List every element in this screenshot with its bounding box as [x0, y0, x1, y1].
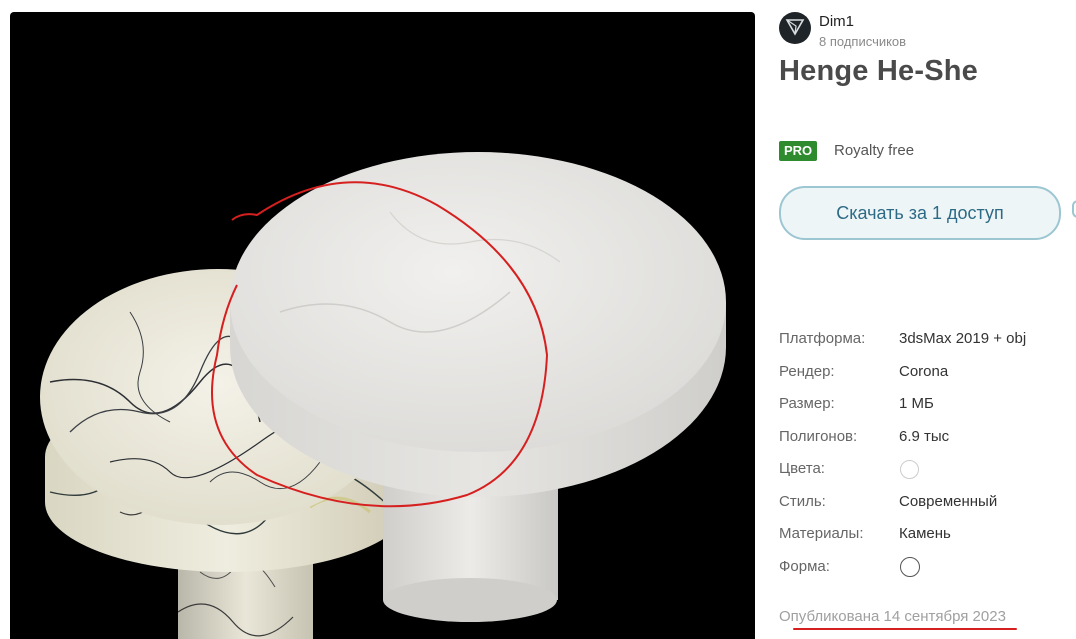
spec-label: Стиль:: [779, 492, 826, 510]
spec-value: 3dsMax 2019 + obj: [899, 330, 1027, 347]
author-name[interactable]: Dim1: [819, 13, 854, 30]
author-block[interactable]: Dim1 8 подписчиков: [779, 12, 1059, 49]
spec-row-render: Рендер: Corona: [779, 360, 1076, 393]
author-avatar[interactable]: [779, 12, 811, 44]
circle-shape-icon[interactable]: [900, 556, 920, 577]
spec-label: Платформа:: [779, 330, 866, 347]
license-label: Royalty free: [834, 142, 915, 159]
model-details-panel: Dim1 8 подписчиков Henge He-She PRO Roya…: [779, 0, 1076, 639]
spec-row-platform: Платформа: 3dsMax 2019 + obj: [779, 327, 1076, 360]
annotation-underline: [793, 628, 1017, 630]
spec-value[interactable]: Corona: [899, 363, 948, 380]
bookmark-icon[interactable]: [1072, 200, 1076, 218]
spec-row-shape: Форма:: [779, 555, 1076, 588]
spec-row-colors: Цвета:: [779, 457, 1076, 490]
spec-row-polygons: Полигонов: 6.9 тыс: [779, 425, 1076, 458]
spec-value: 6.9 тыс: [899, 427, 950, 445]
spec-label: Цвета:: [779, 460, 825, 477]
spec-row-materials: Материалы: Камень: [779, 522, 1076, 555]
published-date: Опубликована 14 сентября 2023: [779, 608, 1006, 625]
spec-value[interactable]: Камень: [899, 525, 951, 542]
spec-label: Полигонов:: [779, 427, 858, 445]
model-title: Henge He-She: [779, 55, 978, 87]
spec-row-size: Размер: 1 МБ: [779, 392, 1076, 425]
spec-label: Форма:: [779, 557, 830, 575]
spec-label: Размер:: [779, 395, 835, 412]
triangle-logo-icon: [785, 16, 805, 41]
spec-row-style: Стиль: Современный: [779, 490, 1076, 523]
author-subscribers: 8 подписчиков: [819, 34, 907, 49]
pro-badge: PRO: [779, 141, 818, 161]
product-preview-image[interactable]: [10, 12, 755, 639]
color-swatch[interactable]: [900, 460, 919, 479]
license-row: PRO Royalty free: [779, 139, 1059, 163]
spec-label: Рендер:: [779, 362, 835, 380]
spec-value: 1 МБ: [899, 395, 934, 412]
download-button[interactable]: Скачать за 1 доступ: [779, 186, 1061, 240]
specs-list: Платформа: 3dsMax 2019 + obj Рендер: Cor…: [779, 327, 1076, 587]
spec-label: Материалы:: [779, 525, 864, 542]
spec-value[interactable]: Современный: [899, 493, 997, 510]
